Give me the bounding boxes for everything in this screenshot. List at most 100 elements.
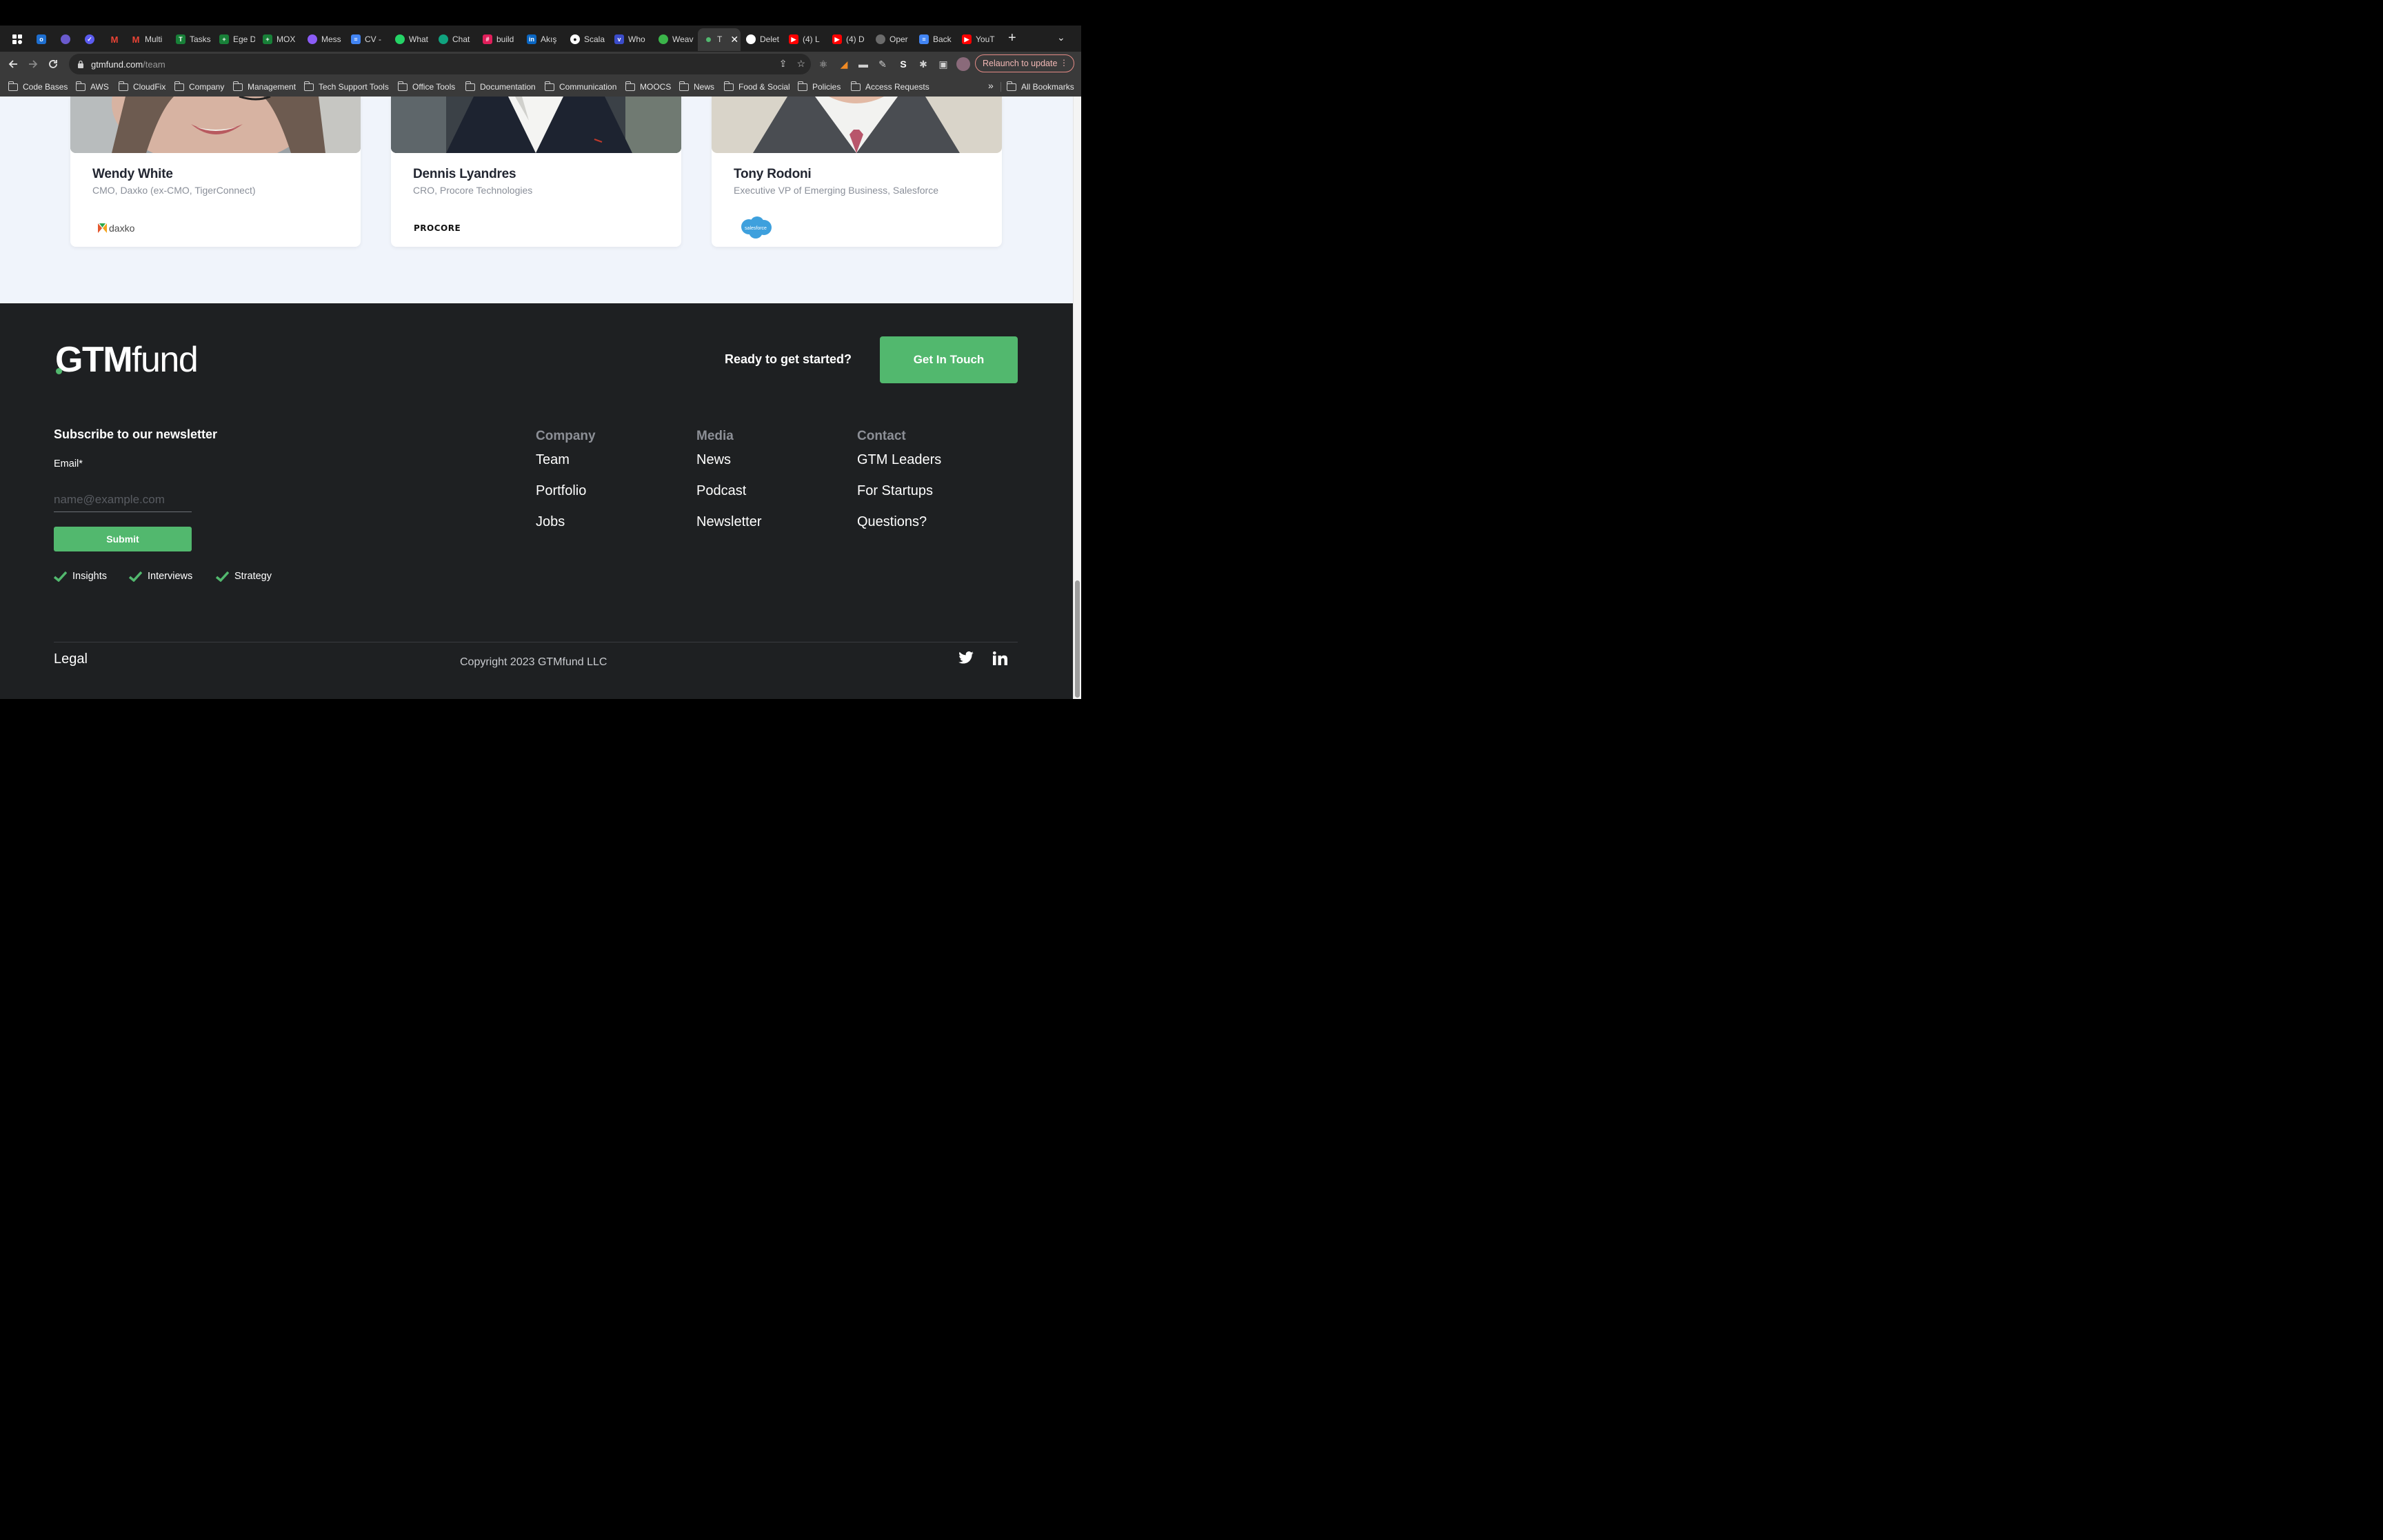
submit-button[interactable]: Submit [54,527,192,551]
footer-link-portfolio[interactable]: Portfolio [536,483,586,499]
tab-outlook[interactable]: o [37,32,53,47]
bookmark-communication[interactable]: Communication [545,81,616,92]
extensions-puzzle-icon[interactable]: ✱ [916,57,930,71]
tab-multi[interactable]: M Multi [131,32,167,47]
share-icon[interactable]: ⇪ [779,58,787,70]
scrollbar-thumb[interactable] [1075,580,1080,698]
footer-link-team[interactable]: Team [536,452,570,468]
bookmarks-overflow-button[interactable]: » [988,80,994,91]
tab-linkedin[interactable]: in Akış [527,32,563,47]
reload-button[interactable] [44,55,62,73]
tab-who[interactable]: v Who [614,32,650,47]
arrow-right-icon [29,60,38,68]
bookmark-tech-support-tools[interactable]: Tech Support Tools [304,81,389,92]
forward-button[interactable] [24,55,42,73]
tab-youtube-2[interactable]: ▶ (4) D [832,32,868,47]
youtube-icon: ▶ [962,34,972,44]
slack-icon: # [483,34,492,44]
team-member-photo [391,97,681,153]
folder-icon [304,81,314,91]
side-panel-icon[interactable]: ▣ [936,57,950,71]
footer-link-news[interactable]: News [696,452,731,468]
footer-link-questions[interactable]: Questions? [857,514,927,530]
tab-chatgpt[interactable]: Chat [439,32,474,47]
bookmark-management[interactable]: Management [233,81,296,92]
bookmark-access-requests[interactable]: Access Requests [851,81,929,92]
svg-text:salesforce: salesforce [745,226,767,231]
extension-flag-icon[interactable]: ◢ [837,57,851,71]
tab-openai[interactable]: Oper [876,32,912,47]
all-bookmarks-button[interactable]: All Bookmarks [1007,81,1074,92]
extension-s-icon[interactable]: S [896,57,910,71]
tab-cv[interactable]: ≡ CV - [351,32,387,47]
footer-link-jobs[interactable]: Jobs [536,514,565,530]
tab-clockify[interactable]: ✓ [85,32,101,47]
react-devtools-icon[interactable]: ⚛ [816,57,830,71]
gtmfund-logo[interactable]: GTMfund [55,339,199,381]
twitter-link[interactable] [958,651,974,667]
folder-icon [625,81,635,91]
team-member-photo [712,97,1002,153]
folder-icon [119,81,128,91]
tab-gtmfund-active[interactable]: T ✕ [703,32,738,47]
tab-youtube-3[interactable]: ▶ YouT [962,32,998,47]
tab-youtube-1[interactable]: ▶ (4) L [789,32,825,47]
tab-apps[interactable] [12,32,26,47]
chatgpt-icon [439,34,448,44]
team-card[interactable]: Dennis Lyandres CRO, Procore Technologie… [391,97,681,247]
tab-github[interactable]: Delet [746,32,782,47]
youtube-icon: ▶ [789,34,798,44]
tab-search-chevron-icon[interactable]: ⌄ [1057,32,1065,43]
extension-hat-icon[interactable]: ▬ [856,57,870,71]
back-button[interactable] [4,55,22,73]
tab-slack[interactable]: # build [483,32,519,47]
page-scrollbar[interactable] [1073,97,1081,699]
bookmark-star-icon[interactable]: ☆ [796,58,805,70]
folder-icon [798,81,807,91]
tab-messenger[interactable]: Mess [308,32,343,47]
bookmark-office-tools[interactable]: Office Tools [398,81,455,92]
relaunch-button[interactable]: Relaunch to update ⋮ [975,54,1074,72]
close-tab-icon[interactable]: ✕ [730,34,738,45]
tab-whatsapp[interactable]: What [395,32,431,47]
bookmark-food-social[interactable]: Food & Social [724,81,790,92]
footer-link-gtm-leaders[interactable]: GTM Leaders [857,452,941,468]
medium-icon: ● [570,34,580,44]
tab-mox[interactable]: + MOX [263,32,299,47]
footer-link-newsletter[interactable]: Newsletter [696,514,761,530]
get-in-touch-button[interactable]: Get In Touch [880,336,1018,383]
bookmark-moocs[interactable]: MOOCS [625,81,671,92]
tab-weaviate[interactable]: Weav [658,32,694,47]
checkmark-icon [54,571,67,582]
linkedin-icon: in [527,34,536,44]
bookmark-aws[interactable]: AWS [76,81,109,92]
tab-tasks[interactable]: T Tasks [176,32,212,47]
bookmark-company[interactable]: Company [174,81,224,92]
bookmark-cloudfix[interactable]: CloudFix [119,81,165,92]
linkedin-link[interactable] [993,651,1008,669]
legal-link[interactable]: Legal [54,651,88,667]
team-member-name: Tony Rodoni [734,167,812,181]
email-input[interactable] [54,488,192,512]
team-card[interactable]: Tony Rodoni Executive VP of Emerging Bus… [712,97,1002,247]
tab-ege[interactable]: + Ege D [219,32,255,47]
bookmark-documentation[interactable]: Documentation [465,81,536,92]
bookmark-news[interactable]: News [679,81,714,92]
tab-gmail[interactable]: M [110,32,126,47]
sheets-icon: + [219,34,229,44]
logo-dot-icon [56,368,62,374]
tab-scala[interactable]: ● Scala [570,32,606,47]
bookmark-code-bases[interactable]: Code Bases [8,81,68,92]
messenger-icon [308,34,317,44]
tab-back[interactable]: ≡ Back [919,32,955,47]
new-tab-button[interactable]: + [1008,30,1016,46]
footer-link-podcast[interactable]: Podcast [696,483,746,499]
tab-extension[interactable] [61,32,77,47]
profile-avatar[interactable] [956,57,970,71]
bookmark-policies[interactable]: Policies [798,81,841,92]
team-card[interactable]: Wendy White CMO, Daxko (ex-CMO, TigerCon… [70,97,361,247]
eyedropper-icon[interactable]: ✎ [876,57,889,71]
address-bar[interactable]: gtmfund.com/team ⇪ ☆ [69,54,811,74]
more-vert-icon: ⋮ [1060,58,1068,68]
footer-link-for-startups[interactable]: For Startups [857,483,933,499]
